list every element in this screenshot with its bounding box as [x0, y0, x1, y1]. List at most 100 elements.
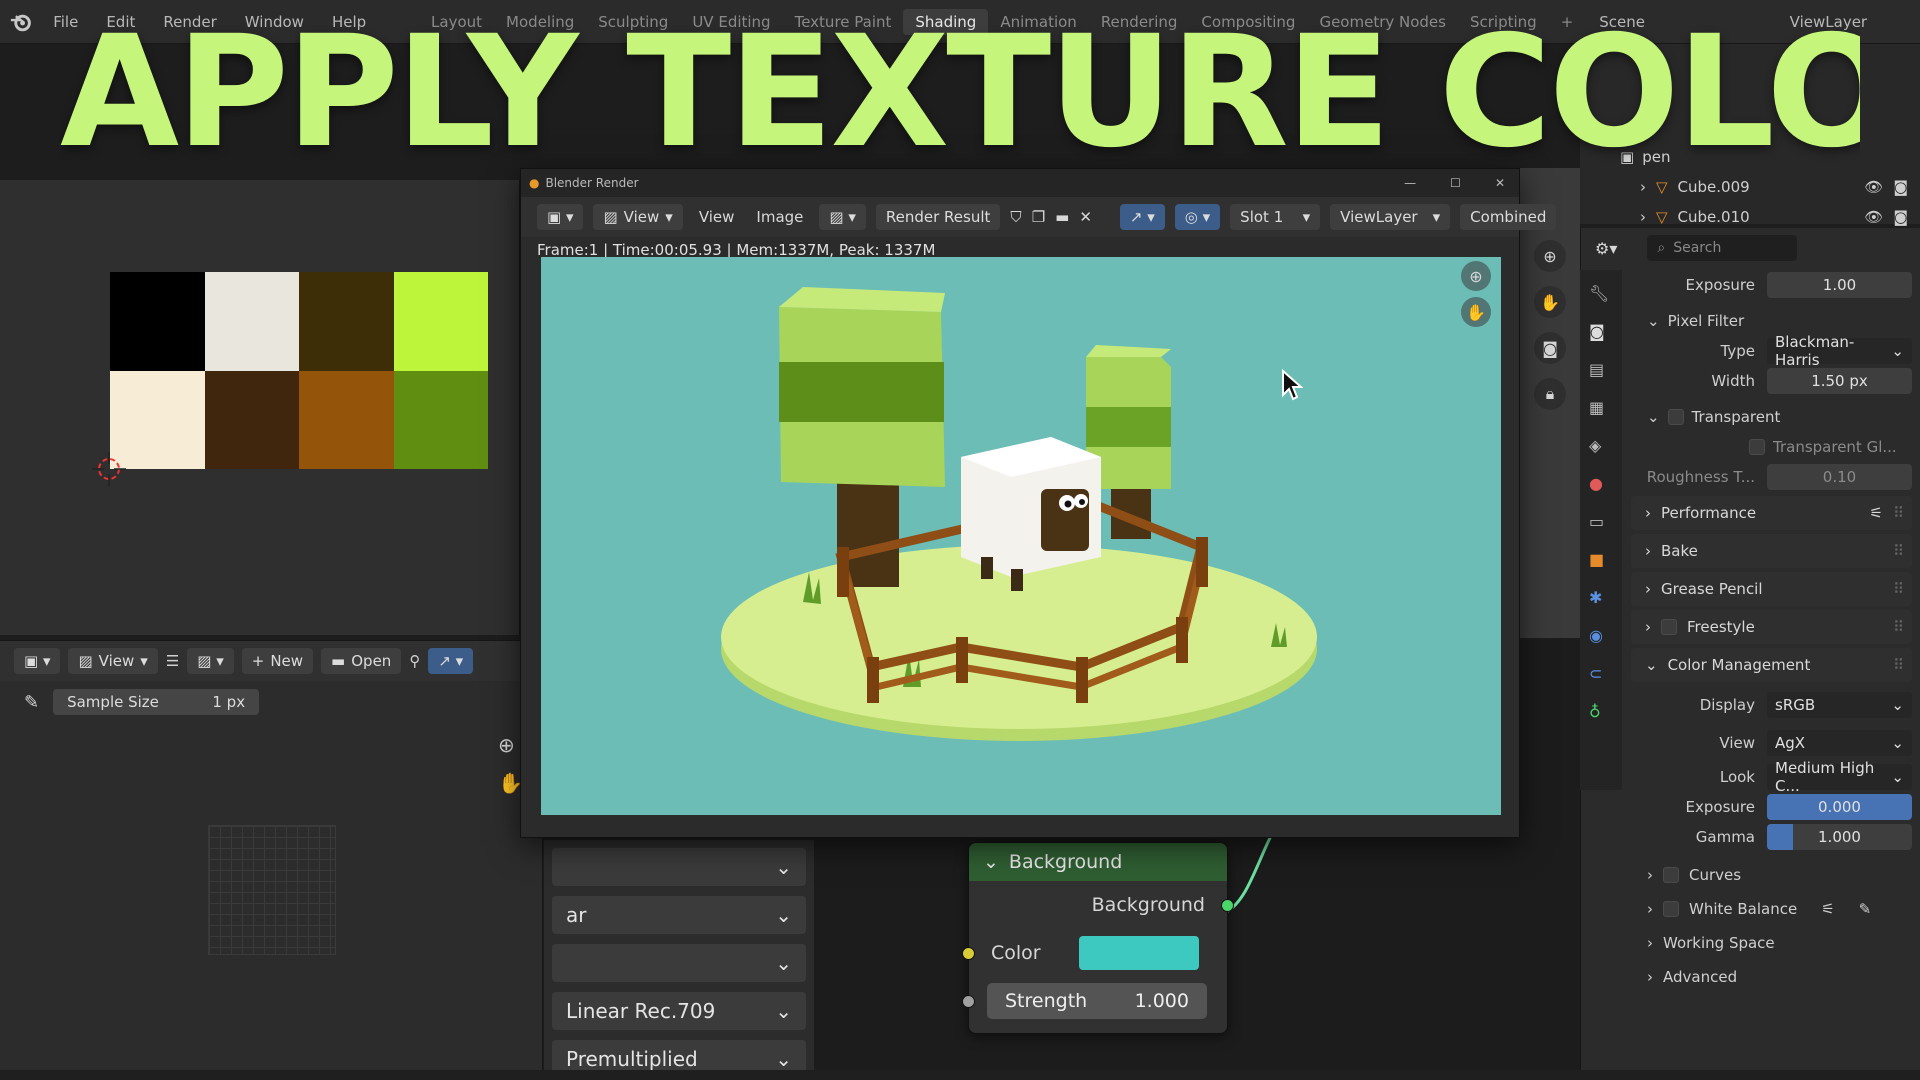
white-balance-checkbox[interactable] [1663, 901, 1679, 917]
material-tab-icon[interactable]: ♁ [1589, 702, 1613, 726]
color-socket[interactable] [962, 947, 975, 960]
view-layer-dropdown[interactable]: ViewLayer ▾ [1330, 204, 1451, 230]
menu-image[interactable]: Image [750, 208, 809, 226]
render-window[interactable]: ● Blender Render — ☐ ✕ ▣ ▾ ▨ View ▾ View … [520, 168, 1557, 838]
expand-chevron-icon[interactable]: › [1640, 178, 1646, 196]
world-tab-icon[interactable]: ● [1589, 474, 1613, 498]
render-camera-icon[interactable]: ◙ [1893, 178, 1908, 196]
zoom-icon[interactable]: ⊕ [1461, 261, 1491, 291]
expand-chevron-icon[interactable]: › [1640, 208, 1646, 226]
lock-icon[interactable]: 🔒︎ [1534, 378, 1566, 410]
visibility-eye-icon[interactable]: 👁︎ [1864, 208, 1883, 226]
folder-icon[interactable]: ▬ [1055, 208, 1069, 226]
performance-section[interactable]: › Performance ⚟ ⠿ [1631, 496, 1912, 530]
close-icon[interactable]: ✕ [1079, 208, 1092, 226]
working-space-subpanel[interactable]: › Working Space [1629, 926, 1920, 960]
slot-dropdown[interactable]: Slot 1 ▾ [1230, 204, 1321, 230]
view-mode-dropdown[interactable]: ▨ View ▾ [593, 204, 683, 230]
view-transform-dropdown[interactable]: AgX ⌄ [1767, 730, 1912, 756]
gizmo-icon[interactable]: ↗ ▾ [428, 648, 474, 674]
overlay-icon[interactable]: ◎ ▾ [1174, 204, 1221, 230]
transparent-glass-checkbox[interactable] [1749, 439, 1765, 455]
image-browse-icon[interactable]: ▨ ▾ [819, 204, 866, 230]
object-tab-icon[interactable]: ■ [1589, 550, 1613, 574]
sliders-icon[interactable]: ⚟ [1870, 504, 1883, 522]
blender-logo-icon[interactable] [8, 8, 35, 36]
drag-handle-icon[interactable]: ⠿ [1893, 656, 1904, 674]
gizmo-icon[interactable]: ↗ ▾ [1119, 204, 1165, 230]
color-space-dropdown[interactable]: Linear Rec.709 ⌄ [552, 992, 806, 1030]
navigation-gizmo[interactable]: ⊕ ✋ ◙ 🔒︎ [1528, 240, 1572, 410]
drag-handle-icon[interactable]: ⠿ [1893, 542, 1904, 560]
new-image-button[interactable]: + New [241, 648, 314, 674]
cm-exposure-slider[interactable]: 0.000 [1767, 794, 1912, 820]
visibility-eye-icon[interactable]: 👁︎ [1864, 178, 1883, 196]
curves-subpanel[interactable]: › Curves [1629, 858, 1920, 892]
camera-icon[interactable]: ◙ [1534, 332, 1566, 364]
strength-socket[interactable] [962, 995, 975, 1008]
physics-tab-icon[interactable]: ◉ [1589, 626, 1613, 650]
sliders-icon[interactable]: ⚟ [1821, 900, 1834, 918]
background-node[interactable]: ⌄ Background Background Color Strength 1… [962, 842, 1234, 1034]
grease-pencil-section[interactable]: › Grease Pencil ⠿ [1631, 572, 1912, 606]
output-tab-icon[interactable]: ▤ [1589, 360, 1613, 384]
open-image-button[interactable]: ▬ Open [321, 648, 402, 674]
gamma-slider[interactable]: 1.000 [1767, 824, 1912, 850]
render-tab-icon[interactable]: ◙ [1589, 322, 1613, 346]
tool-tab-icon[interactable]: 🔧︎ [1589, 284, 1613, 308]
render-pass-dropdown[interactable]: Combined [1460, 204, 1557, 230]
hand-pan-icon[interactable]: ✋ [1461, 297, 1491, 327]
collapse-chevron-icon[interactable]: ⌄ [983, 851, 999, 873]
strength-field[interactable]: Strength 1.000 [987, 983, 1207, 1019]
zoom-icon[interactable]: ⊕ [1534, 240, 1566, 272]
freestyle-checkbox[interactable] [1661, 619, 1677, 635]
curves-checkbox[interactable] [1663, 867, 1679, 883]
sample-size-field[interactable]: Sample Size 1 px [53, 689, 260, 715]
drag-handle-icon[interactable]: ⠿ [1893, 618, 1904, 636]
maximize-icon[interactable]: ☐ [1436, 176, 1475, 190]
display-dropdown[interactable]: sRGB ⌄ [1767, 692, 1912, 718]
pin-icon[interactable]: ⚲ [409, 652, 420, 670]
pixel-filter-subpanel[interactable]: ⌄ Pixel Filter [1629, 306, 1920, 336]
color-management-section[interactable]: ⌄ Color Management ⠿ [1631, 648, 1912, 682]
view-layer-tab-icon[interactable]: ▦ [1589, 398, 1613, 422]
transparent-subpanel[interactable]: ⌄ Transparent [1629, 402, 1920, 432]
minimize-icon[interactable]: — [1390, 176, 1430, 190]
render-camera-icon[interactable]: ◙ [1893, 208, 1908, 226]
background-node-header[interactable]: ⌄ Background [969, 843, 1227, 881]
collection-tab-icon[interactable]: ▭ [1589, 512, 1613, 536]
node-dropdown[interactable]: ar ⌄ [552, 896, 806, 934]
node-dropdown[interactable]: ⌄ [552, 944, 806, 982]
bake-section[interactable]: › Bake ⠿ [1631, 534, 1912, 568]
freestyle-section[interactable]: › Freestyle ⠿ [1631, 610, 1912, 644]
eyedropper-icon[interactable]: ✎ [24, 692, 39, 713]
outliner-row[interactable]: › ▽ Cube.009 👁︎ ◙ [1580, 172, 1920, 202]
roughness-field[interactable]: 0.10 [1767, 464, 1912, 490]
eyedropper-icon[interactable]: ✎ [1859, 900, 1872, 918]
close-icon[interactable]: ✕ [1481, 176, 1519, 190]
drag-handle-icon[interactable]: ⠿ [1893, 580, 1904, 598]
render-result-image[interactable]: ⊕ ✋ [541, 257, 1501, 815]
white-balance-subpanel[interactable]: › White Balance ⚟ ✎ [1629, 892, 1920, 926]
transparent-checkbox[interactable] [1667, 409, 1684, 425]
search-input[interactable]: ⌕ Search [1647, 235, 1798, 261]
editor-type-icon[interactable]: ▣ ▾ [14, 648, 61, 674]
modifier-tab-icon[interactable]: ✱ [1589, 588, 1613, 612]
3d-cursor-icon[interactable] [92, 452, 126, 486]
editor-type-icon[interactable]: ▣ ▾ [537, 204, 584, 230]
advanced-subpanel[interactable]: › Advanced [1629, 960, 1920, 994]
hand-pan-icon[interactable]: ✋ [1534, 286, 1566, 318]
constraint-tab-icon[interactable]: ⊂ [1589, 664, 1613, 688]
scene-tab-icon[interactable]: ◈ [1589, 436, 1613, 460]
duplicate-icon[interactable]: ❐ [1032, 208, 1045, 226]
menu-view[interactable]: View [693, 208, 741, 226]
drag-handle-icon[interactable]: ⠿ [1893, 504, 1904, 522]
exposure-field[interactable]: 1.00 [1767, 272, 1912, 298]
image-browse-icon[interactable]: ▨ ▾ [187, 648, 234, 674]
color-swatch[interactable] [1078, 936, 1199, 970]
look-dropdown[interactable]: Medium High C... ⌄ [1767, 759, 1912, 795]
zoom-icon[interactable]: ⊕ [498, 733, 515, 757]
render-window-titlebar[interactable]: ● Blender Render — ☐ ✕ [521, 169, 1519, 197]
shield-icon[interactable]: ⛉ [1010, 208, 1021, 226]
hamburger-icon[interactable]: ☰ [166, 652, 179, 670]
